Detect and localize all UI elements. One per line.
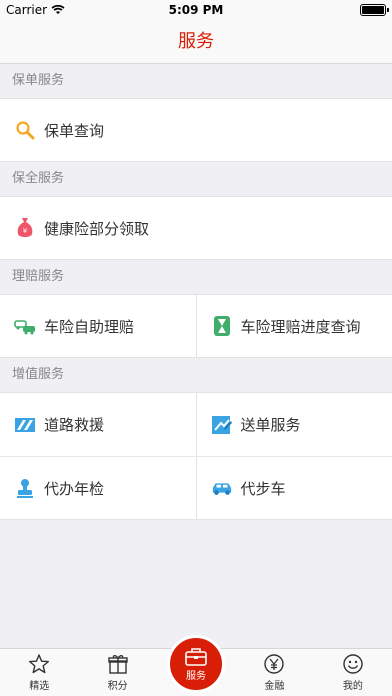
briefcase-icon	[185, 647, 207, 666]
car-claim-progress-label: 车险理赔进度查询	[240, 317, 361, 336]
battery-icon	[360, 4, 389, 16]
tab-finance-label: 金融	[264, 681, 285, 692]
car-self-claim-item[interactable]: 车险自助理赔	[0, 295, 196, 357]
document-delivery-item[interactable]: 送单服务	[195, 393, 392, 456]
section-header-value-added: 增值服务	[12, 367, 65, 382]
search-icon	[14, 119, 36, 141]
section-header-preservation: 保全服务	[12, 171, 65, 186]
svg-text:¥: ¥	[23, 227, 28, 235]
tab-mine[interactable]: 我的	[314, 649, 392, 696]
tab-points-label: 积分	[107, 681, 128, 692]
courtesy-car-item[interactable]: 代步车	[195, 457, 392, 519]
car-self-claim-label: 车险自助理赔	[44, 317, 135, 336]
health-partial-claim-label: 健康险部分领取	[44, 219, 150, 238]
car-claim-progress-item[interactable]: 车险理赔进度查询	[195, 295, 392, 357]
yen-icon	[264, 654, 285, 674]
tab-bar: 精选 积分 服务 金融 我的	[0, 635, 392, 696]
tab-featured-label: 精选	[29, 681, 50, 692]
document-delivery-icon	[211, 414, 233, 436]
claims-row: 车险自助理赔 车险理赔进度查询	[0, 294, 392, 358]
road-rescue-item[interactable]: 道路救援	[0, 393, 196, 456]
document-delivery-label: 送单服务	[240, 416, 301, 434]
smiley-icon	[343, 654, 363, 674]
tab-service-label: 服务	[186, 670, 207, 682]
nav-bar: 服务	[0, 20, 392, 64]
preservation-row: ¥ 健康险部分领取	[0, 196, 392, 260]
tab-service[interactable]: 服务	[157, 635, 235, 696]
gift-icon	[107, 655, 128, 674]
car-crash-icon	[14, 315, 36, 337]
policy-query-label: 保单查询	[44, 121, 105, 140]
tab-mine-label: 我的	[342, 681, 363, 692]
policy-query-item[interactable]: 保单查询	[0, 99, 392, 161]
status-bar: Carrier 5:09 PM	[0, 0, 392, 20]
tab-points[interactable]: 积分	[78, 649, 156, 696]
road-rescue-label: 道路救援	[44, 416, 105, 434]
section-header-policy: 保单服务	[12, 73, 65, 88]
service-center-button[interactable]: 服务	[167, 635, 226, 693]
money-bag-icon: ¥	[14, 217, 36, 239]
value-added-row-1: 道路救援 送单服务	[0, 392, 392, 456]
tab-finance[interactable]: 金融	[235, 649, 313, 696]
page-title: 服务	[178, 31, 214, 52]
star-icon	[29, 654, 50, 674]
service-list: 保单服务 保单查询 保全服务 ¥ 健康险部分领取 理赔服务 车险自助理赔 车险理…	[0, 64, 392, 520]
hourglass-icon	[211, 315, 233, 337]
car-icon	[211, 477, 233, 499]
stamp-icon	[14, 477, 36, 499]
annual-inspection-item[interactable]: 代办年检	[0, 457, 196, 519]
courtesy-car-label: 代步车	[240, 479, 286, 498]
policy-row: 保单查询	[0, 98, 392, 162]
annual-inspection-label: 代办年检	[44, 479, 105, 498]
tab-featured[interactable]: 精选	[0, 649, 78, 696]
clock: 5:09 PM	[168, 3, 224, 17]
roadblock-icon	[14, 414, 36, 436]
health-partial-claim-item[interactable]: ¥ 健康险部分领取	[0, 197, 392, 259]
section-header-claims: 理赔服务	[12, 269, 65, 284]
value-added-row-2: 代办年检 代步车	[0, 456, 392, 520]
